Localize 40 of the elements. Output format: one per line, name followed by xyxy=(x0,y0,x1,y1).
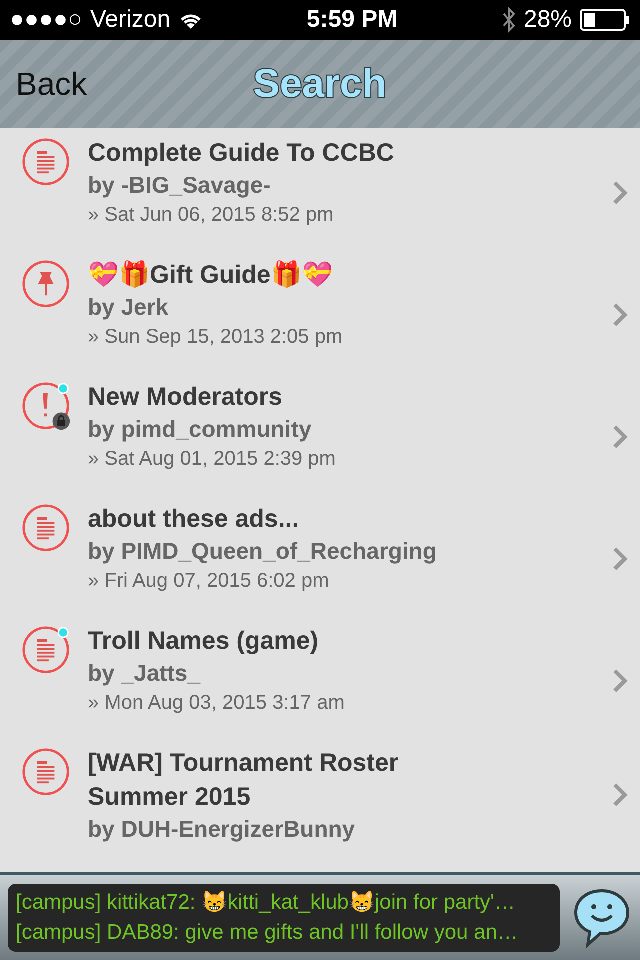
topic-author: by pimd_community xyxy=(88,415,313,444)
topic-row[interactable]: Complete Guide To CCBC by -BIG_Savage- » Sat Jun 06, 2015 8:52 pm xyxy=(0,128,640,250)
topic-date: » Mon Aug 03, 2015 3:17 am xyxy=(88,691,346,716)
battery-percent: 28% xyxy=(524,5,572,35)
chevron-icon xyxy=(612,668,628,694)
topic-row[interactable]: about these ads... by PIMD_Queen_of_Recharging » Fri Aug 07, 2015 6:02 pm xyxy=(0,494,640,616)
bluetooth-icon xyxy=(502,7,516,33)
topic-title: Troll Names (game) xyxy=(88,626,320,657)
topic-title: about these ads... xyxy=(88,504,300,535)
carrier-name: Verizon xyxy=(90,5,171,35)
topic-author: by DUH-EnergizerBunny xyxy=(88,815,356,844)
topic-row[interactable]: [WAR] Tournament Roster Summer 2015 by DUH-EnergizerBunny xyxy=(0,738,640,844)
signal-strength: ●●●●○ xyxy=(10,5,82,35)
chat-message: [campus] kittikat72: 😸kitti_kat_klub😸join for party'… xyxy=(16,890,517,916)
topic-row[interactable]: 💝🎁Gift Guide🎁💝 by Jerk » Sun Sep 15, 2013 2:05 pm xyxy=(0,250,640,372)
topic-author: by PIMD_Queen_of_Recharging xyxy=(88,537,438,566)
chat-bubble-icon xyxy=(572,886,632,948)
topic-author: by Jerk xyxy=(88,293,170,322)
chevron-icon xyxy=(612,782,628,808)
topic-row[interactable]: New Moderators by pimd_community » Sat Aug 01, 2015 2:39 pm xyxy=(0,372,640,494)
topic-title: New Moderators xyxy=(88,382,284,413)
chevron-icon xyxy=(612,546,628,572)
topic-author: by _Jatts_ xyxy=(88,659,202,688)
battery-icon xyxy=(580,9,630,31)
topic-title: 💝🎁Gift Guide🎁💝 xyxy=(88,260,334,291)
topic-date: » Sat Jun 06, 2015 8:52 pm xyxy=(88,203,335,228)
chat-message: [campus] DAB89: give me gifts and I'll follow you an… xyxy=(16,920,520,946)
back-button[interactable]: Back xyxy=(0,60,88,108)
topic-author: by -BIG_Savage- xyxy=(88,171,272,200)
chevron-icon xyxy=(612,302,628,328)
status-time: 5:59 PM xyxy=(306,5,398,35)
chevron-icon xyxy=(612,180,628,206)
page-title: Search xyxy=(253,61,387,108)
topic-title: Complete Guide To CCBC xyxy=(88,138,396,169)
topic-date: » Sun Sep 15, 2013 2:05 pm xyxy=(88,325,344,350)
topic-row[interactable]: Troll Names (game) by _Jatts_ » Mon Aug 03, 2015 3:17 am xyxy=(0,616,640,738)
topic-date: » Fri Aug 07, 2015 6:02 pm xyxy=(88,569,330,594)
chevron-icon xyxy=(612,424,628,450)
topic-date: » Sat Aug 01, 2015 2:39 pm xyxy=(88,447,337,472)
topic-title: [WAR] Tournament Roster Summer 2015 xyxy=(88,748,400,813)
